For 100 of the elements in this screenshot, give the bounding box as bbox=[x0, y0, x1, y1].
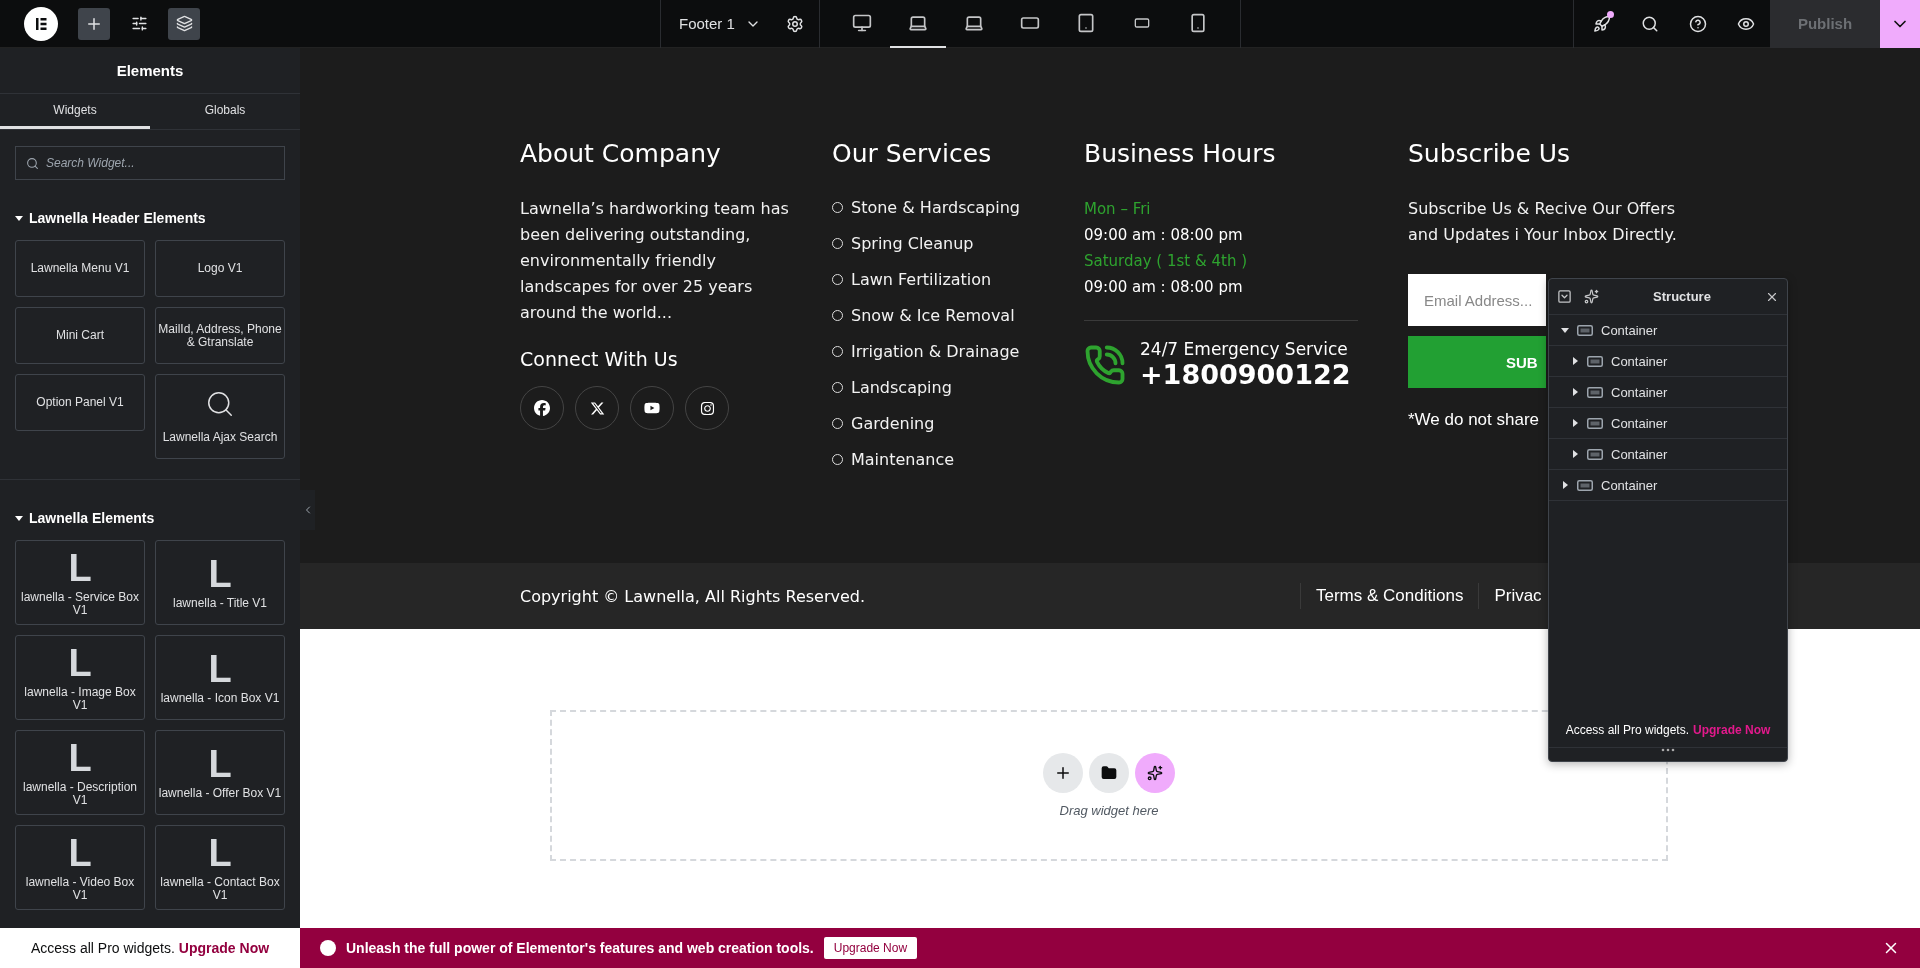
widget-card[interactable]: Logo V1 bbox=[155, 240, 285, 297]
upgrade-link[interactable]: Upgrade Now bbox=[178, 940, 270, 956]
widget-card[interactable]: L lawnella - Icon Box V1 bbox=[155, 635, 285, 720]
logo-icon[interactable] bbox=[24, 6, 58, 41]
subscribe-text: Subscribe Us & Recive Our Offers and Updates i Your Inbox Directly. bbox=[1408, 198, 1678, 246]
tree-item[interactable]: Container bbox=[1549, 377, 1787, 408]
search-icon bbox=[1641, 14, 1659, 33]
layers-icon bbox=[175, 15, 193, 32]
day-label: Saturday ( 1st & 4th ) bbox=[1084, 251, 1247, 272]
column-heading: Our Services bbox=[832, 139, 992, 168]
section-header[interactable]: Lawnella Elements bbox=[0, 510, 170, 526]
widget-label: lawnella - Contact Box V1 bbox=[159, 875, 281, 902]
service-link[interactable]: Maintenance bbox=[832, 441, 955, 477]
x-icon bbox=[589, 400, 605, 416]
widget-card[interactable]: Lawnella Menu V1 bbox=[15, 240, 145, 297]
facebook-icon bbox=[534, 400, 550, 416]
widget-label: Option Panel V1 bbox=[36, 396, 124, 409]
connect-heading: Connect With Us bbox=[520, 348, 678, 370]
tree-item[interactable]: Container bbox=[1549, 470, 1787, 501]
youtube-icon bbox=[644, 400, 660, 416]
service-link[interactable]: Irrigation & Drainage bbox=[832, 333, 1020, 369]
document-selector[interactable]: Footer 1 bbox=[661, 0, 779, 48]
widget-card[interactable]: L lawnella - Service Box V1 bbox=[15, 540, 145, 625]
folder-icon bbox=[1101, 765, 1117, 781]
widget-card[interactable]: Lawnella Ajax Search bbox=[155, 374, 285, 459]
instagram-icon bbox=[699, 400, 715, 416]
widget-label: lawnella - Title V1 bbox=[172, 597, 267, 610]
container-icon bbox=[1577, 324, 1593, 336]
tree-item[interactable]: Container bbox=[1549, 315, 1787, 346]
widget-glyph: L bbox=[68, 833, 92, 872]
widget-card[interactable]: Option Panel V1 bbox=[15, 374, 145, 431]
upgrade-link[interactable]: Upgrade Now bbox=[1693, 723, 1771, 737]
hours-text: 09:00 am : 08:00 pm bbox=[1084, 277, 1243, 298]
add-button[interactable] bbox=[78, 7, 110, 40]
widget-card[interactable]: L lawnella - Description V1 bbox=[15, 730, 145, 815]
widget-glyph: L bbox=[208, 555, 232, 594]
service-link[interactable]: Gardening bbox=[832, 405, 935, 441]
widget-label: lawnella - Icon Box V1 bbox=[160, 692, 280, 705]
widget-label: lawnella - Video Box V1 bbox=[24, 875, 136, 902]
drop-hint: Drag widget here bbox=[1059, 803, 1159, 818]
widget-glyph: L bbox=[208, 745, 232, 784]
layers-button[interactable] bbox=[168, 7, 200, 40]
upgrade-button[interactable]: Upgrade Now bbox=[823, 937, 918, 959]
rocket-icon bbox=[1593, 14, 1611, 33]
about-text: Lawnella’s hardworking team has been delivering outstanding, environmentally friendly landscapes for over 25 years around the world... bbox=[520, 198, 790, 324]
column-heading: Business Hours bbox=[1084, 139, 1276, 168]
hours-text: 09:00 am : 08:00 pm bbox=[1084, 225, 1243, 246]
email-field[interactable]: Email Address... bbox=[1408, 274, 1546, 326]
panel-tab[interactable]: Widgets bbox=[0, 94, 150, 129]
footer-link[interactable]: Terms & Conditions bbox=[1300, 583, 1479, 609]
service-link[interactable]: Snow & Ice Removal bbox=[832, 297, 1015, 333]
panel-tab[interactable]: Globals bbox=[150, 94, 300, 129]
copyright-text: Copyright © Lawnella, All Rights Reserved. bbox=[520, 586, 867, 606]
search-field[interactable]: Search Widget... bbox=[15, 146, 285, 180]
widget-card[interactable]: L lawnella - Image Box V1 bbox=[15, 635, 145, 720]
day-label: Mon – Fri bbox=[1084, 199, 1151, 220]
widget-label: MailId, Address, Phone & Gtranslate bbox=[158, 322, 282, 349]
service-link[interactable]: Landscaping bbox=[832, 369, 952, 405]
container-icon bbox=[1577, 479, 1593, 491]
search-icon bbox=[26, 157, 39, 170]
collapse-button[interactable] bbox=[1557, 289, 1572, 304]
tree-item[interactable]: Container bbox=[1549, 346, 1787, 377]
notification-dot bbox=[1607, 10, 1614, 18]
column-heading: Subscribe Us bbox=[1408, 139, 1571, 168]
widget-label: Lawnella Ajax Search bbox=[162, 431, 278, 444]
tree-item[interactable]: Container bbox=[1549, 439, 1787, 470]
widget-card[interactable]: L lawnella - Contact Box V1 bbox=[155, 825, 285, 910]
promo-text: Access all Pro widgets. bbox=[30, 940, 175, 956]
widget-card[interactable]: Mini Cart bbox=[15, 307, 145, 364]
widget-glyph: L bbox=[208, 833, 232, 872]
gear-icon bbox=[785, 14, 804, 33]
phone-icon bbox=[1084, 343, 1126, 386]
container-icon bbox=[1587, 448, 1603, 460]
service-link[interactable]: Stone & Hardscaping bbox=[832, 189, 1020, 225]
service-link[interactable]: Spring Cleanup bbox=[832, 225, 974, 261]
banner-text: Unleash the full power of Elementor's features and web creation tools. bbox=[346, 940, 814, 956]
widget-label: lawnella - Service Box V1 bbox=[19, 590, 141, 617]
widget-label: lawnella - Offer Box V1 bbox=[158, 787, 282, 800]
help-icon bbox=[1689, 14, 1707, 33]
structure-title: Structure bbox=[1652, 289, 1712, 304]
add-section-button[interactable] bbox=[1043, 753, 1083, 793]
widget-label: Logo V1 bbox=[197, 262, 243, 275]
widget-label: lawnella - Description V1 bbox=[21, 780, 138, 807]
widget-glyph: L bbox=[68, 548, 92, 587]
template-button[interactable] bbox=[1089, 753, 1129, 793]
promo-text: Access all Pro widgets. bbox=[1565, 723, 1689, 737]
widget-card[interactable]: L lawnella - Title V1 bbox=[155, 540, 285, 625]
widget-card[interactable]: L lawnella - Video Box V1 bbox=[15, 825, 145, 910]
ai-button[interactable] bbox=[1135, 753, 1175, 793]
sparkles-icon bbox=[1147, 765, 1163, 781]
phone-number: +1800900122 bbox=[1140, 359, 1351, 390]
widget-card[interactable]: L lawnella - Offer Box V1 bbox=[155, 730, 285, 815]
widget-card[interactable]: MailId, Address, Phone & Gtranslate bbox=[155, 307, 285, 364]
tree-item[interactable]: Container bbox=[1549, 408, 1787, 439]
section-header[interactable]: Lawnella Header Elements bbox=[0, 210, 221, 226]
widget-glyph: L bbox=[68, 738, 92, 777]
service-link[interactable]: Lawn Fertilization bbox=[832, 261, 992, 297]
container-icon bbox=[1587, 417, 1603, 429]
widget-label: lawnella - Image Box V1 bbox=[23, 685, 137, 712]
ai-button[interactable] bbox=[1584, 289, 1599, 304]
